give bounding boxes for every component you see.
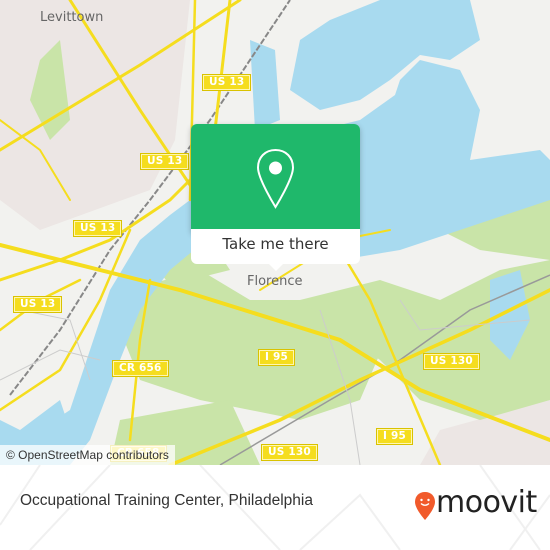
take-me-there-button[interactable]: Take me there: [191, 229, 360, 264]
map-view[interactable]: Levittown Florence US 13 US 13 US 13 US …: [0, 0, 550, 465]
road-shield-cr656: CR 656: [112, 360, 169, 377]
road-shield-us13: US 13: [12, 296, 63, 313]
road-shield-i95: I 95: [258, 349, 295, 366]
road-shield-us13: US 13: [72, 220, 123, 237]
location-pin-icon: [256, 148, 295, 209]
road-shield-us13: US 13: [139, 153, 190, 170]
footer: Occupational Training Center, Philadelph…: [0, 465, 550, 550]
moovit-pin-icon: [415, 492, 435, 520]
moovit-logo[interactable]: moovit: [414, 485, 537, 527]
moovit-wordmark: moovit: [436, 485, 537, 520]
location-popup[interactable]: Take me there: [191, 124, 360, 271]
road-shield-us130: US 130: [423, 353, 480, 370]
map-attribution[interactable]: © OpenStreetMap contributors: [0, 445, 175, 465]
road-shield-us130: US 130: [261, 444, 318, 461]
place-label-levittown: Levittown: [40, 10, 104, 25]
urban-area: [0, 0, 190, 230]
road-shield-us13: US 13: [201, 74, 252, 91]
place-label-florence: Florence: [247, 274, 303, 289]
location-title: Occupational Training Center, Philadelph…: [20, 492, 313, 509]
popup-pointer: [267, 262, 285, 271]
popup-header[interactable]: [191, 124, 360, 229]
road-shield-i95: I 95: [376, 428, 413, 445]
